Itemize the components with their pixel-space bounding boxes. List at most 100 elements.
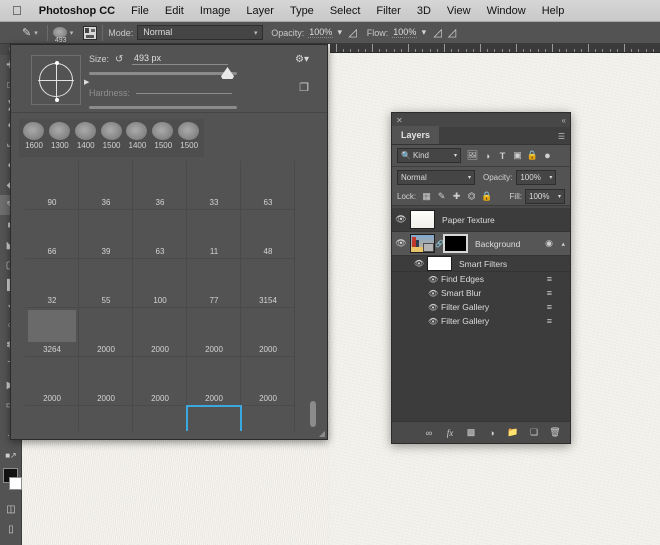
menu-item-window[interactable]: Window — [479, 0, 534, 22]
menu-item-help[interactable]: Help — [534, 0, 573, 22]
brush-preset-cell[interactable]: 582 — [79, 406, 133, 431]
layer-thumbnail[interactable] — [410, 234, 435, 253]
filter-settings-icon[interactable]: ≡ — [547, 316, 552, 326]
recent-brush-item[interactable]: 1300 — [47, 121, 73, 155]
tab-layers[interactable]: Layers — [392, 126, 439, 144]
recent-brush-item[interactable]: 1600 — [21, 121, 47, 155]
smart-filter-name[interactable]: Filter Gallery — [441, 302, 489, 312]
brush-preset-cell[interactable]: 488 — [241, 406, 295, 431]
brush-preset-cell[interactable]: 2000 — [79, 357, 133, 406]
menu-item-image[interactable]: Image — [192, 0, 239, 22]
new-brush-preset-icon[interactable]: ❐ — [299, 81, 309, 94]
brush-preset-cell[interactable]: 63 — [133, 210, 187, 259]
brush-size-input[interactable]: 493 px — [132, 53, 228, 65]
screen-mode-icon[interactable]: ▯ — [0, 519, 22, 539]
lock-all-icon[interactable]: 🔒 — [479, 189, 494, 204]
brush-preset-cell[interactable]: 36 — [79, 161, 133, 210]
eye-icon[interactable]: 👁 — [428, 289, 441, 298]
opacity-value[interactable]: 100% — [308, 27, 333, 38]
eye-icon[interactable]: 👁 — [392, 238, 410, 249]
menu-item-view[interactable]: View — [439, 0, 479, 22]
layers-list[interactable]: 👁 Paper Texture 👁 🔗 Background ◉ ▴ 👁 Sma… — [392, 208, 570, 421]
chevron-down-icon[interactable]: ▾ — [454, 152, 457, 159]
brush-grid-scrollbar[interactable] — [309, 161, 317, 431]
brush-preset-cell[interactable]: 493 — [187, 406, 241, 431]
recent-brush-item[interactable]: 1500 — [176, 121, 202, 155]
layer-thumbnail[interactable] — [410, 210, 435, 229]
brush-preset-cell[interactable]: 66 — [25, 210, 79, 259]
smart-filter-name[interactable]: Smart Blur — [441, 288, 481, 298]
brush-preset-cell[interactable]: 39 — [79, 210, 133, 259]
recent-brush-item[interactable]: 1500 — [99, 121, 125, 155]
filter-kind-select[interactable]: 🔍 Kind ▾ — [397, 148, 461, 163]
brush-preset-cell[interactable]: 90 — [25, 161, 79, 210]
layer-name[interactable]: Background — [475, 239, 570, 249]
smart-filter-name[interactable]: Find Edges — [441, 274, 484, 284]
layer-row-background[interactable]: 👁 🔗 Background ◉ ▴ — [392, 232, 570, 256]
pressure-opacity-toggle-icon[interactable]: ◿ — [348, 26, 356, 39]
chevron-down-icon[interactable]: ▾ — [558, 193, 561, 200]
brush-preset-cell[interactable]: 2000 — [187, 308, 241, 357]
smart-object-link-icon[interactable]: 🔗 — [435, 240, 443, 248]
filter-shape-layers-icon[interactable]: ▣ — [510, 148, 525, 163]
smart-filters-badge-icon[interactable]: ◉ — [545, 238, 553, 249]
brush-roundness-handle-bottom[interactable] — [55, 98, 59, 102]
reset-size-icon[interactable]: ↺ — [115, 54, 126, 65]
chevron-down-icon[interactable]: ▾ — [549, 174, 552, 181]
chevron-down-icon[interactable]: ▾ — [249, 29, 262, 37]
recent-brush-item[interactable]: 1500 — [150, 121, 176, 155]
menu-item-file[interactable]: File — [123, 0, 157, 22]
brush-preset-picker[interactable]: 493 ▾ — [53, 27, 78, 38]
menu-item-type[interactable]: Type — [282, 0, 322, 22]
layer-mask-thumbnail[interactable] — [443, 234, 468, 253]
filter-type-layers-icon[interactable]: T — [495, 148, 510, 163]
menu-item-layer[interactable]: Layer — [238, 0, 282, 22]
brush-preset-grid[interactable]: 9036363363663963114832551007731543264200… — [19, 161, 319, 431]
panel-menu-icon[interactable]: ☰ — [558, 132, 565, 141]
eye-icon[interactable]: 👁 — [428, 303, 441, 312]
chevron-up-icon[interactable]: ▴ — [561, 240, 565, 248]
pressure-size-toggle-icon[interactable]: ◿ — [448, 26, 456, 39]
blend-mode-select[interactable]: Normal ▾ — [137, 25, 263, 40]
chevron-down-icon[interactable]: ▾ — [34, 29, 38, 37]
brush-tool-preset[interactable]: ✎ ▾ — [22, 26, 42, 39]
brush-preset-cell[interactable]: 32 — [25, 259, 79, 308]
filter-settings-icon[interactable]: ≡ — [547, 274, 552, 284]
brush-roundness-handle-top[interactable] — [55, 61, 59, 65]
brush-preset-cell[interactable]: 100 — [133, 259, 187, 308]
quick-mask-toggle-icon[interactable]: ◫ — [0, 499, 22, 519]
brush-preset-cell[interactable]: 2000 — [133, 308, 187, 357]
eye-icon[interactable]: 👁 — [392, 214, 410, 225]
menu-item-filter[interactable]: Filter — [368, 0, 408, 22]
new-layer-icon[interactable]: ❏ — [528, 427, 540, 438]
smart-filter-row[interactable]: 👁Filter Gallery≡ — [392, 314, 570, 328]
brush-preset-cell[interactable]: 2000 — [79, 308, 133, 357]
brush-preset-cell[interactable]: 2000 — [241, 308, 295, 357]
lock-image-pixels-icon[interactable]: ✎ — [434, 189, 449, 204]
brush-angle-roundness-preview[interactable]: ▶ — [31, 55, 81, 105]
flow-value[interactable]: 100% — [392, 27, 417, 38]
brush-preset-cell[interactable]: 33 — [187, 161, 241, 210]
eye-icon[interactable]: 👁 — [411, 259, 427, 268]
lock-artboard-nesting-icon[interactable]: ⏣ — [464, 189, 479, 204]
chevron-down-icon[interactable]: ▾ — [70, 29, 74, 37]
filter-pixel-layers-icon[interactable]: 🖼 — [465, 148, 480, 163]
new-group-icon[interactable]: 📁 — [507, 427, 519, 438]
brush-preset-cell[interactable]: 55 — [79, 259, 133, 308]
brush-preset-cell[interactable]: 2000 — [187, 357, 241, 406]
scrollbar-thumb[interactable] — [310, 401, 316, 427]
smart-filter-row[interactable]: 👁Filter Gallery ≡ — [392, 300, 570, 314]
eye-icon[interactable]: 👁 — [428, 275, 441, 284]
layer-blend-mode-select[interactable]: Normal ▾ — [397, 170, 475, 185]
lock-position-icon[interactable]: ✚ — [449, 189, 464, 204]
add-layer-mask-icon[interactable]: ▩ — [465, 427, 477, 438]
layer-row-paper-texture[interactable]: 👁 Paper Texture — [392, 208, 570, 232]
brush-angle-handle-icon[interactable]: ▶ — [84, 78, 89, 86]
filter-settings-icon[interactable]: ≡ — [547, 302, 552, 312]
smart-filter-row[interactable]: 👁Find Edges ≡ — [392, 272, 570, 286]
gear-icon[interactable]: ⚙▾ — [295, 54, 309, 65]
delete-layer-icon[interactable]: 🗑 — [549, 427, 561, 438]
smart-filters-mask-thumbnail[interactable] — [427, 256, 452, 271]
brush-preset-cell[interactable]: 63 — [241, 161, 295, 210]
menu-item-edit[interactable]: Edit — [157, 0, 192, 22]
